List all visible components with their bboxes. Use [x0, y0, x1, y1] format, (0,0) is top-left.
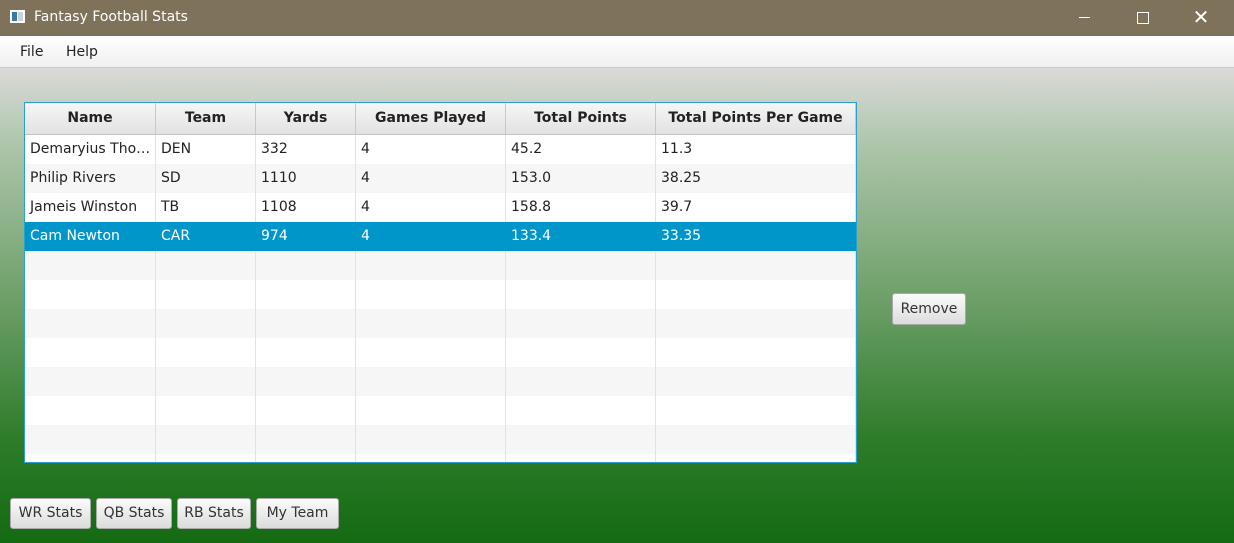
cell-team: CAR [156, 222, 256, 251]
cell-games-played: 4 [356, 135, 506, 164]
menu-bar: File Help [0, 36, 1234, 68]
cell-team: TB [156, 193, 256, 222]
maximize-button[interactable] [1120, 0, 1166, 36]
minimize-button[interactable] [1061, 0, 1107, 36]
table-row[interactable]: Philip Rivers SD 1110 4 153.0 38.25 [25, 164, 856, 193]
cell-total-points: 158.8 [506, 193, 656, 222]
column-header-total-points-per-game[interactable]: Total Points Per Game [656, 103, 856, 134]
menu-help[interactable]: Help [66, 44, 98, 60]
column-header-games-played[interactable]: Games Played [356, 103, 506, 134]
window-title: Fantasy Football Stats [34, 9, 188, 25]
table-header: Name Team Yards Games Played Total Point… [25, 103, 856, 135]
empty-row [25, 309, 856, 338]
empty-row [25, 280, 856, 309]
menu-file[interactable]: File [20, 44, 43, 60]
maximize-icon [1137, 11, 1149, 24]
empty-row [25, 338, 856, 367]
cell-team: DEN [156, 135, 256, 164]
cell-name: Philip Rivers [25, 164, 156, 193]
empty-row [25, 425, 856, 454]
empty-row [25, 396, 856, 425]
cell-yards: 1108 [256, 193, 356, 222]
cell-games-played: 4 [356, 193, 506, 222]
cell-points-per-game: 38.25 [656, 164, 856, 193]
remove-button[interactable]: Remove [892, 293, 966, 325]
cell-total-points: 45.2 [506, 135, 656, 164]
cell-name: Demaryius Tho… [25, 135, 156, 164]
empty-row [25, 251, 856, 280]
qb-stats-button[interactable]: QB Stats [96, 498, 172, 529]
my-team-button[interactable]: My Team [256, 498, 339, 529]
cell-yards: 332 [256, 135, 356, 164]
empty-row [25, 367, 856, 396]
cell-points-per-game: 33.35 [656, 222, 856, 251]
cell-points-per-game: 11.3 [656, 135, 856, 164]
cell-games-played: 4 [356, 164, 506, 193]
rb-stats-button[interactable]: RB Stats [177, 498, 251, 529]
wr-stats-button[interactable]: WR Stats [10, 498, 91, 529]
cell-total-points: 133.4 [506, 222, 656, 251]
column-header-team[interactable]: Team [156, 103, 256, 134]
table-row-selected[interactable]: Cam Newton CAR 974 4 133.4 33.35 [25, 222, 856, 251]
close-icon: ✕ [1192, 5, 1210, 29]
cell-name: Jameis Winston [25, 193, 156, 222]
table-row[interactable]: Demaryius Tho… DEN 332 4 45.2 11.3 [25, 135, 856, 164]
cell-name: Cam Newton [25, 222, 156, 251]
app-icon [10, 10, 25, 23]
column-header-total-points[interactable]: Total Points [506, 103, 656, 134]
minimize-icon [1078, 17, 1090, 18]
cell-team: SD [156, 164, 256, 193]
stats-table[interactable]: Name Team Yards Games Played Total Point… [24, 102, 857, 463]
cell-yards: 1110 [256, 164, 356, 193]
column-header-name[interactable]: Name [25, 103, 156, 134]
cell-yards: 974 [256, 222, 356, 251]
table-row[interactable]: Jameis Winston TB 1108 4 158.8 39.7 [25, 193, 856, 222]
empty-row [25, 454, 856, 462]
column-header-yards[interactable]: Yards [256, 103, 356, 134]
cell-total-points: 153.0 [506, 164, 656, 193]
cell-games-played: 4 [356, 222, 506, 251]
close-button[interactable]: ✕ [1178, 0, 1224, 36]
cell-points-per-game: 39.7 [656, 193, 856, 222]
title-bar: Fantasy Football Stats ✕ [0, 0, 1234, 36]
